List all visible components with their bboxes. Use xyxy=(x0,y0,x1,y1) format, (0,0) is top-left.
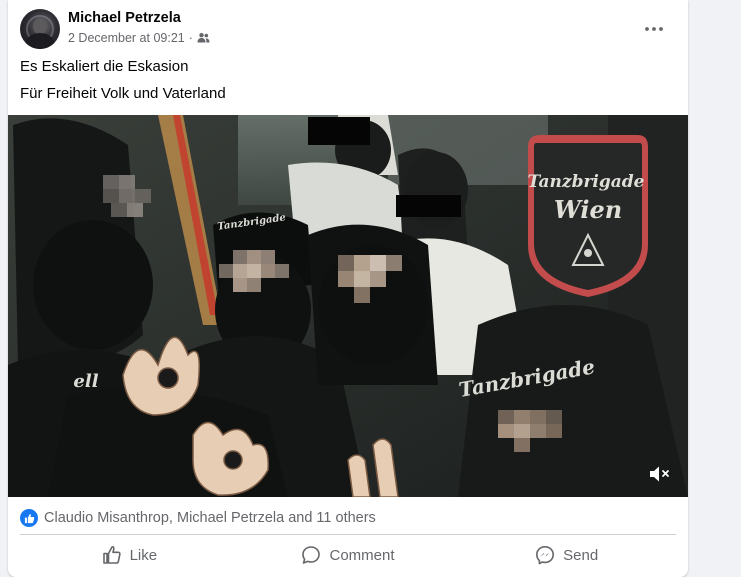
comment-label: Comment xyxy=(329,546,395,564)
like-button[interactable]: Like xyxy=(20,537,239,573)
comment-button[interactable]: Comment xyxy=(239,537,458,573)
send-label: Send xyxy=(563,546,599,564)
friends-icon[interactable] xyxy=(197,32,210,44)
post-header: Michael Petrzela 2 December at 09:21 · xyxy=(20,9,676,51)
avatar[interactable] xyxy=(20,9,60,49)
like-reaction-icon xyxy=(20,509,38,527)
sleeve-text: ell xyxy=(73,371,98,392)
post-meta: 2 December at 09:21 · xyxy=(68,31,210,45)
messenger-send-icon xyxy=(536,546,555,565)
post-actions: Like Comment Send xyxy=(20,537,676,573)
more-options-button[interactable] xyxy=(640,15,668,43)
post-text-line-2: Für Freiheit Volk und Vaterland xyxy=(20,85,226,102)
reactions-summary[interactable]: Claudio Misanthrop, Michael Petrzela and… xyxy=(20,508,376,528)
post-author[interactable]: Michael Petrzela xyxy=(68,10,181,26)
like-label: Like xyxy=(129,546,158,564)
feed-side-gutter xyxy=(696,0,741,577)
comment-icon xyxy=(302,546,321,564)
post-text-line-1: Es Eskaliert die Eskasion xyxy=(20,58,189,75)
patch-text-line-1: Tanzbrigade xyxy=(528,172,645,192)
thumbs-up-icon xyxy=(102,546,121,564)
post-card: Michael Petrzela 2 December at 09:21 · E… xyxy=(8,0,688,577)
post-timestamp[interactable]: 2 December at 09:21 xyxy=(68,31,185,45)
more-dots-icon xyxy=(645,27,663,31)
actions-divider xyxy=(20,534,676,535)
patch-text-line-2: Wien xyxy=(554,195,622,224)
speaker-muted-icon xyxy=(650,466,669,482)
post-video[interactable]: Tanzbrigade Wien Tanzbrigade Tanzbrigade… xyxy=(8,115,688,497)
meta-separator: · xyxy=(188,31,193,45)
reactions-text[interactable]: Claudio Misanthrop, Michael Petrzela and… xyxy=(44,510,376,526)
video-frame: Tanzbrigade Wien Tanzbrigade Tanzbrigade… xyxy=(8,115,688,497)
mute-button[interactable] xyxy=(648,463,672,485)
send-button[interactable]: Send xyxy=(457,537,676,573)
